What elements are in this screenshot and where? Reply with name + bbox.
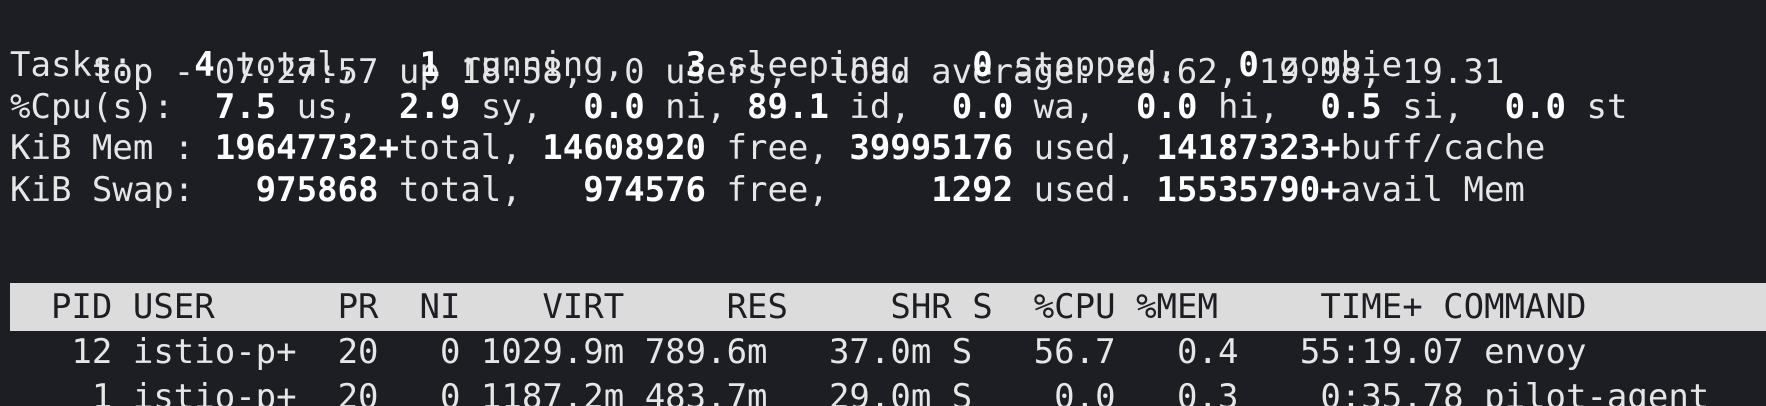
swap-label: KiB Swap: <box>10 170 195 210</box>
cell-cpu: 56.7 <box>1033 332 1116 372</box>
swap-used-value: 1292 <box>931 170 1014 210</box>
process-table-header-text: PID USER PR NI VIRT RES SHR S %CPU %MEM … <box>10 283 1587 331</box>
tasks-running-label: running, <box>439 45 625 85</box>
tasks-stopped-label: stopped, <box>992 45 1177 85</box>
col-cpu-header: %CPU <box>1033 287 1116 327</box>
cpu-sy-label: sy, <box>460 87 543 127</box>
mem-label: KiB Mem : <box>10 128 195 168</box>
mem-used-label: used, <box>1013 128 1136 168</box>
cell-ni: 0 <box>439 377 461 406</box>
tasks-label: Tasks: <box>10 45 133 85</box>
cpu-si-value: 0.5 <box>1320 87 1382 127</box>
cell-shr: 29.0m <box>828 377 932 406</box>
cell-ni: 0 <box>439 332 461 372</box>
cell-command: pilot-agent <box>1484 377 1710 406</box>
cell-pr: 20 <box>337 377 379 406</box>
cpu-hi-label: hi, <box>1197 87 1280 127</box>
tasks-line: Tasks: 4 total, 1 running, 3 sleeping, 0… <box>10 41 1402 89</box>
mem-buff-label: buff/cache <box>1340 128 1546 168</box>
cell-pr: 20 <box>337 332 379 372</box>
cell-mem: 0.3 <box>1177 377 1239 406</box>
cell-time: 55:19.07 <box>1299 332 1464 372</box>
cpu-wa-label: wa, <box>1013 87 1096 127</box>
col-pid-header: PID <box>50 287 113 327</box>
table-row[interactable]: 12 istio-p+ 20 0 1029.9m 789.6m 37.0m S … <box>10 328 1586 376</box>
swap-total-label: total, <box>378 170 522 210</box>
cpu-ni-label: ni, <box>644 87 727 127</box>
cpu-st-value: 0.0 <box>1504 87 1566 127</box>
col-pr-header: PR <box>337 287 379 327</box>
mem-free-label: free, <box>706 128 829 168</box>
cpu-si-label: si, <box>1381 87 1464 127</box>
swap-avail-value: 15535790+ <box>1156 170 1341 210</box>
cell-shr: 37.0m <box>828 332 932 372</box>
mem-buff-value: 14187323+ <box>1156 128 1341 168</box>
cpu-us-label: us, <box>276 87 359 127</box>
cell-res: 483.7m <box>644 377 768 406</box>
cpu-hi-value: 0.0 <box>1136 87 1198 127</box>
terminal-window[interactable]: top - 07:27:57 up 18:58, 0 users, load a… <box>0 0 1766 406</box>
cell-time: 0:35.78 <box>1320 377 1464 406</box>
tasks-zombie-value: 0 <box>1238 45 1259 85</box>
swap-free-label: free, <box>706 170 829 210</box>
tasks-zombie-label: zombie <box>1258 45 1403 85</box>
swap-avail-label: avail Mem <box>1340 170 1525 210</box>
cell-virt: 1029.9m <box>480 332 625 372</box>
cell-virt: 1187.2m <box>480 377 625 406</box>
tasks-stopped-value: 0 <box>972 45 993 85</box>
cell-cpu: 0.0 <box>1054 377 1116 406</box>
mem-total-value: 19647732+ <box>214 128 399 168</box>
col-ni-header: NI <box>419 287 461 327</box>
col-time-header: TIME+ <box>1320 287 1423 327</box>
mem-free-value: 14608920 <box>542 128 707 168</box>
cell-s: S <box>951 377 973 406</box>
tasks-sleeping-value: 3 <box>685 45 707 85</box>
swap-free-value: 974576 <box>583 170 707 210</box>
col-virt-header: VIRT <box>542 287 625 327</box>
swap-line: KiB Swap: 975868 total, 974576 free, 129… <box>10 166 1525 214</box>
cell-pid: 12 <box>71 332 113 372</box>
col-s-header: S <box>972 287 993 327</box>
tasks-total-value: 4 <box>194 45 215 85</box>
cell-user: istio-p+ <box>132 332 297 372</box>
col-shr-header: SHR <box>890 287 952 327</box>
cpu-wa-value: 0.0 <box>951 87 1014 127</box>
cpu-id-value: 89.1 <box>747 87 829 127</box>
swap-used-label: used. <box>1013 170 1136 210</box>
cpu-us-value: 7.5 <box>214 87 277 127</box>
cell-s: S <box>951 332 973 372</box>
cell-res: 789.6m <box>644 332 768 372</box>
cell-user: istio-p+ <box>132 377 297 406</box>
col-res-header: RES <box>726 287 788 327</box>
table-row[interactable]: 1 istio-p+ 20 0 1187.2m 483.7m 29.0m S 0… <box>10 373 1709 406</box>
col-mem-header: %MEM <box>1136 287 1218 327</box>
cpu-id-label: id, <box>828 87 911 127</box>
cpu-ni-value: 0.0 <box>583 87 645 127</box>
tasks-total-label: total, <box>214 45 359 85</box>
cell-mem: 0.4 <box>1177 332 1239 372</box>
tasks-sleeping-label: sleeping, <box>706 45 911 85</box>
cpu-label: %Cpu(s): <box>10 87 174 127</box>
mem-line: KiB Mem : 19647732+total, 14608920 free,… <box>10 124 1545 172</box>
cell-pid: 1 <box>91 377 113 406</box>
swap-total-value: 975868 <box>255 170 379 210</box>
cpu-sy-value: 2.9 <box>398 87 461 127</box>
col-command-header: COMMAND <box>1443 287 1587 327</box>
tasks-running-value: 1 <box>419 45 440 85</box>
cell-command: envoy <box>1484 332 1587 372</box>
col-user-header: USER <box>132 287 215 327</box>
mem-used-value: 39995176 <box>849 128 1014 168</box>
mem-total-label: total, <box>398 128 522 168</box>
cpu-st-label: st <box>1566 87 1628 127</box>
